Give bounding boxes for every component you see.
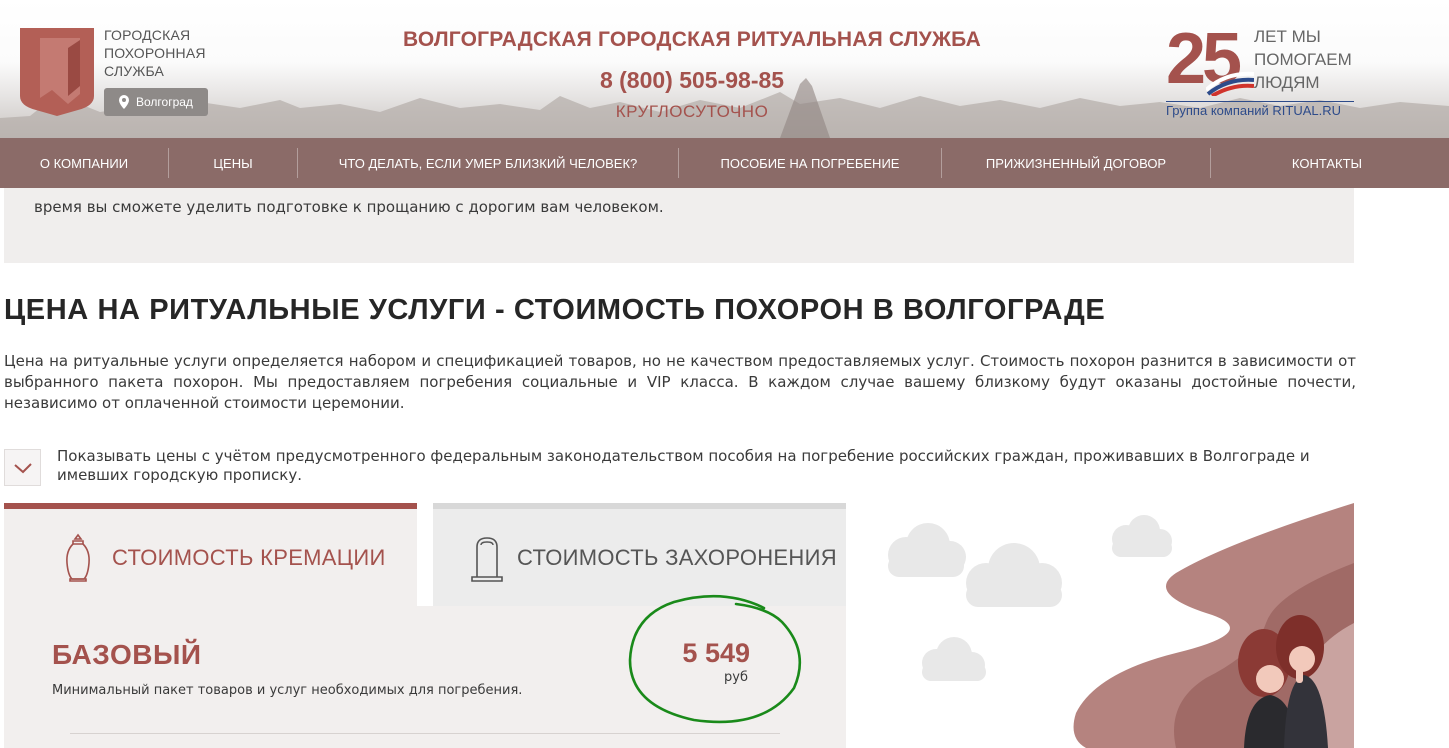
tombstone-icon bbox=[471, 536, 503, 582]
phone-link[interactable]: 8 (800) 505-98-85 bbox=[542, 67, 842, 94]
page-description: Цена на ритуальные услуги определяется н… bbox=[4, 352, 1356, 412]
city-selector-button[interactable]: Волгоград bbox=[104, 88, 208, 116]
urn-icon bbox=[66, 533, 90, 582]
group-link[interactable]: Группа компаний RITUAL.RU bbox=[1166, 101, 1354, 118]
nav-item-contacts[interactable]: КОНТАКТЫ bbox=[1211, 138, 1443, 188]
tab-cremation[interactable]: СТОИМОСТЬ КРЕМАЦИИ bbox=[4, 503, 417, 606]
nav-item-what-to-do[interactable]: ЧТО ДЕЛАТЬ, ЕСЛИ УМЕР БЛИЗКИЙ ЧЕЛОВЕК? bbox=[298, 138, 678, 188]
location-pin-icon bbox=[119, 95, 129, 109]
allowance-checkbox-label[interactable]: Показывать цены с учётом предусмотренног… bbox=[57, 447, 1337, 485]
hours-label: КРУГЛОСУТОЧНО bbox=[615, 102, 769, 121]
cloud-shape bbox=[888, 523, 966, 577]
anniversary-badge[interactable]: 25 ЛЕТ МЫ ПОМОГАЕМ ЛЮДЯМ Группа компаний… bbox=[1166, 22, 1366, 118]
intro-text: время вы сможете уделить подготовке к пр… bbox=[34, 198, 664, 216]
badge-words: ЛЕТ МЫ ПОМОГАЕМ ЛЮДЯМ bbox=[1254, 25, 1352, 94]
nav-item-about[interactable]: О КОМПАНИИ bbox=[0, 138, 168, 188]
cloud-shape bbox=[1112, 515, 1172, 557]
badge-word-2: ПОМОГАЕМ bbox=[1254, 50, 1352, 69]
cloud-shape bbox=[922, 637, 986, 681]
hand-drawn-circle-annotation bbox=[628, 594, 802, 724]
logo-shield-icon[interactable] bbox=[18, 26, 96, 118]
logo-line-3: СЛУЖБА bbox=[104, 63, 165, 79]
tab-cremation-label: СТОИМОСТЬ КРЕМАЦИИ bbox=[112, 544, 386, 570]
nav-item-contract[interactable]: ПРИЖИЗНЕННЫЙ ДОГОВОР bbox=[942, 138, 1210, 188]
package-description: Минимальный пакет товаров и услуг необхо… bbox=[52, 683, 523, 698]
page-heading: ЦЕНА НА РИТУАЛЬНЫЕ УСЛУГИ - СТОИМОСТЬ ПО… bbox=[4, 294, 1106, 326]
city-label: Волгоград bbox=[136, 95, 193, 109]
site-title: ВОЛГОГРАДСКАЯ ГОРОДСКАЯ РИТУАЛЬНАЯ СЛУЖБ… bbox=[403, 28, 981, 51]
checkmark-icon bbox=[13, 462, 32, 473]
main-nav: О КОМПАНИИ ЦЕНЫ ЧТО ДЕЛАТЬ, ЕСЛИ УМЕР БЛ… bbox=[0, 138, 1449, 188]
mourning-illustration bbox=[888, 503, 1354, 748]
divider bbox=[70, 733, 780, 734]
site-header: ГОРОДСКАЯ ПОХОРОННАЯ СЛУЖБА Волгоград ВО… bbox=[0, 0, 1449, 138]
nav-item-allowance[interactable]: ПОСОБИЕ НА ПОГРЕБЕНИЕ bbox=[679, 138, 941, 188]
badge-word-3: ЛЮДЯМ bbox=[1254, 73, 1320, 92]
allowance-checkbox[interactable] bbox=[4, 449, 41, 486]
cloud-shape bbox=[966, 543, 1062, 607]
logo-line-2: ПОХОРОННАЯ bbox=[104, 45, 206, 61]
badge-word-1: ЛЕТ МЫ bbox=[1254, 27, 1321, 46]
flag-swoosh-icon bbox=[1206, 71, 1254, 96]
logo-line-1: ГОРОДСКАЯ bbox=[104, 27, 191, 43]
intro-box: время вы сможете уделить подготовке к пр… bbox=[4, 188, 1354, 263]
nav-item-prices[interactable]: ЦЕНЫ bbox=[169, 138, 297, 188]
logo-text[interactable]: ГОРОДСКАЯ ПОХОРОННАЯ СЛУЖБА bbox=[104, 26, 206, 80]
package-name: БАЗОВЫЙ bbox=[52, 639, 202, 670]
tab-burial-label: СТОИМОСТЬ ЗАХОРОНЕНИЯ bbox=[517, 544, 837, 570]
